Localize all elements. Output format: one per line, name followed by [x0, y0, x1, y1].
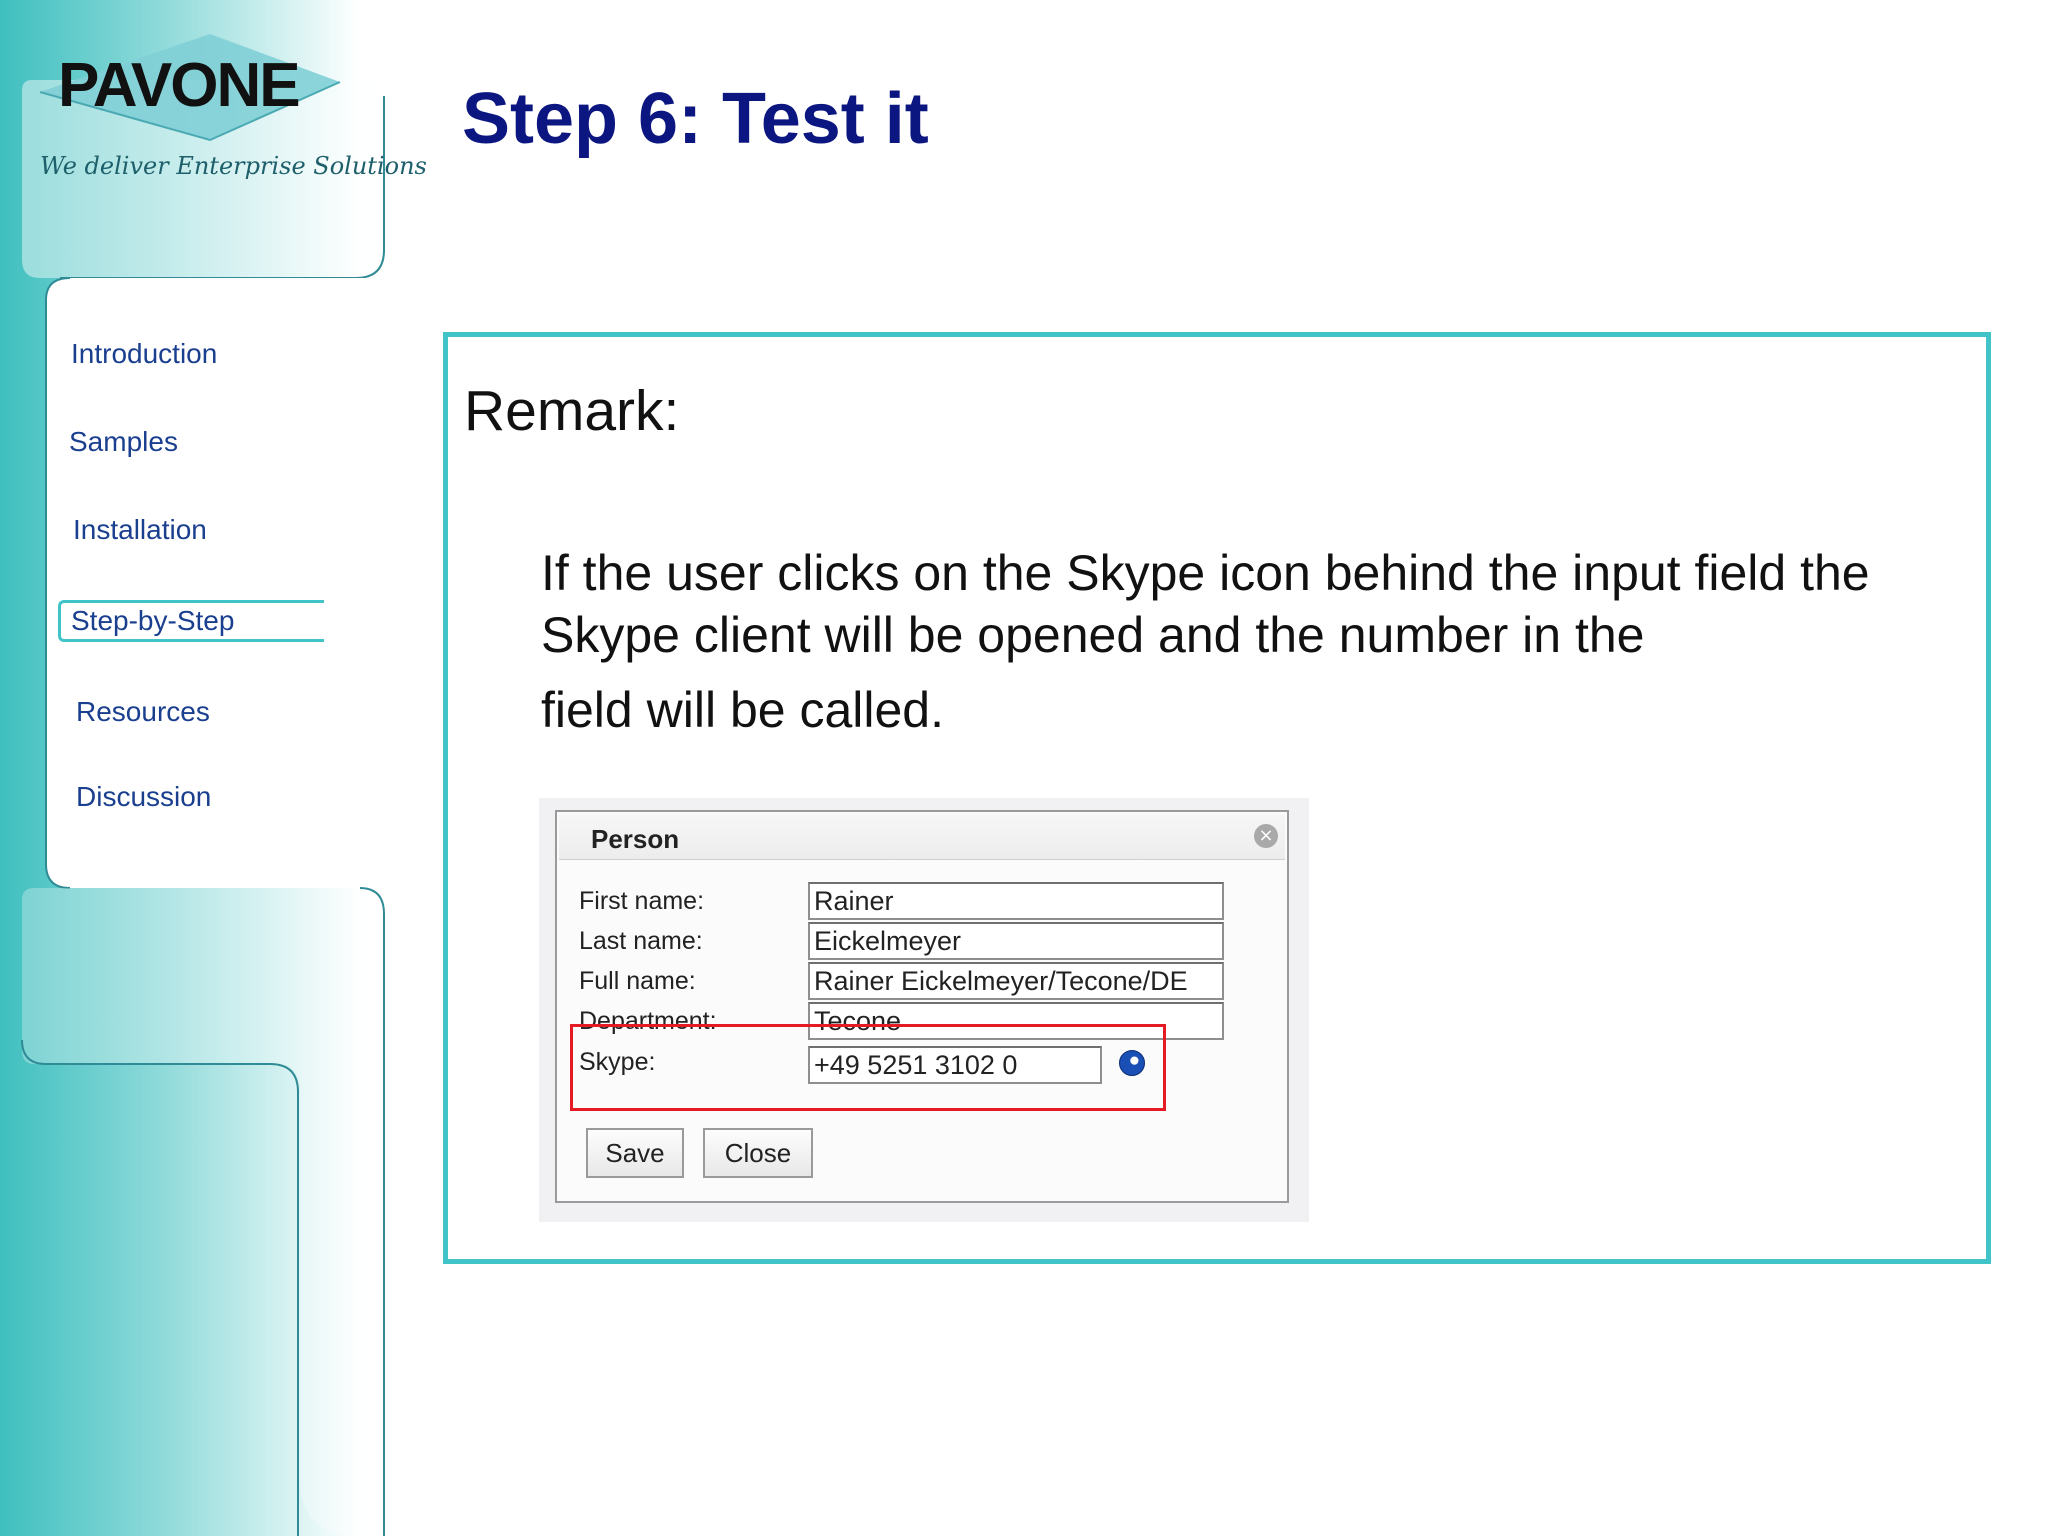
first-name-field[interactable] [808, 882, 1224, 920]
body-text-line: Skype client will be opened and the numb… [541, 607, 1645, 663]
close-circle-icon[interactable]: × [1254, 824, 1278, 848]
company-logo: PAVONE [58, 51, 301, 120]
dialog-title: Person [591, 824, 680, 854]
strike-line [579, 1025, 909, 1027]
remark-heading: Remark: [464, 379, 680, 443]
nav-item-step-by-step[interactable]: Step-by-Step [58, 600, 325, 642]
skype-globe-icon[interactable] [1119, 1050, 1145, 1076]
page-title: Step 6: Test it [462, 79, 929, 159]
skype-field[interactable] [808, 1046, 1102, 1084]
nav-item-installation[interactable]: Installation [73, 514, 207, 546]
department-field[interactable] [808, 1002, 1224, 1040]
full-name-label: Full name: [579, 967, 696, 995]
sidebar-background [0, 0, 400, 1536]
nav-item-resources[interactable]: Resources [76, 696, 210, 728]
full-name-field[interactable] [808, 962, 1224, 1000]
body-text-line: If the user clicks on the Skype icon beh… [541, 545, 1870, 601]
body-text-line: field will be called. [541, 682, 944, 738]
close-button[interactable]: Close [703, 1128, 813, 1178]
nav-item-introduction[interactable]: Introduction [71, 338, 217, 370]
last-name-field[interactable] [808, 922, 1224, 960]
last-name-label: Last name: [579, 927, 703, 955]
save-button[interactable]: Save [586, 1128, 684, 1178]
logo-tagline: We deliver Enterprise Solutions [40, 152, 427, 180]
nav-item-discussion[interactable]: Discussion [76, 781, 211, 813]
skype-label: Skype: [579, 1048, 656, 1076]
department-label: Department: [579, 1007, 717, 1035]
nav-item-samples[interactable]: Samples [69, 426, 178, 458]
first-name-label: First name: [579, 887, 705, 915]
